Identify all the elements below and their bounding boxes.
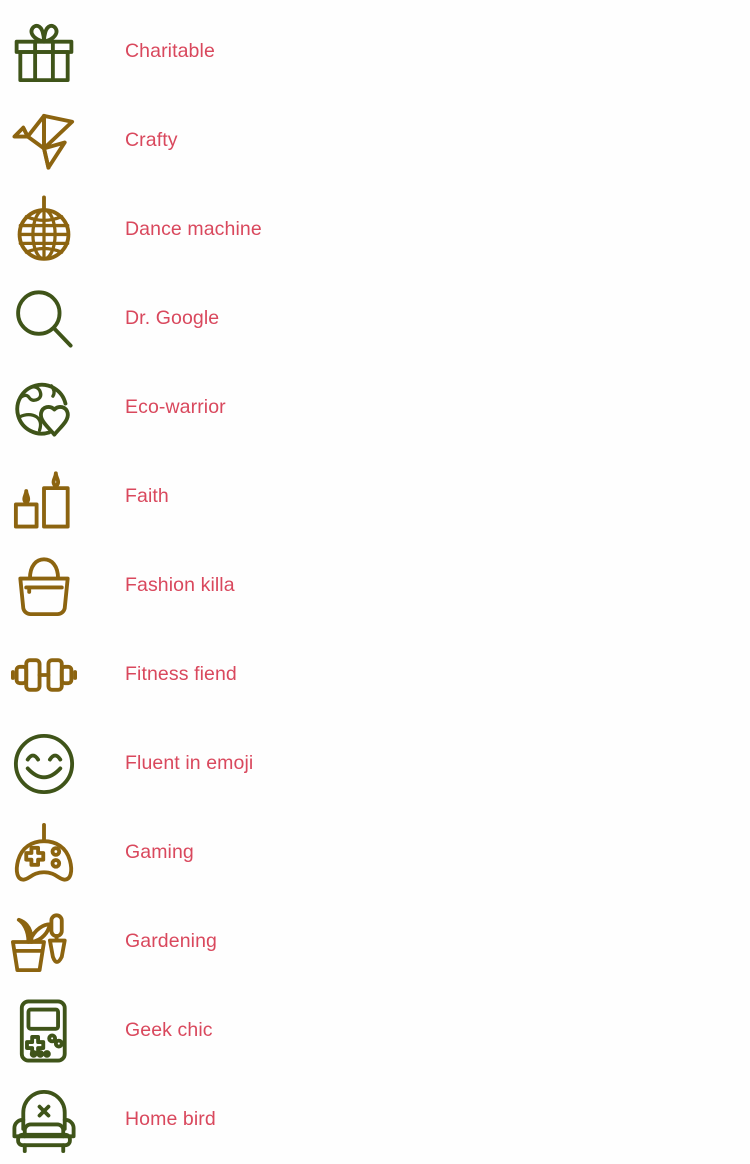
list-item[interactable]: Faith bbox=[0, 452, 750, 541]
dumbbell-icon bbox=[0, 630, 125, 719]
candles-icon bbox=[0, 452, 125, 541]
list-item[interactable]: Charitable bbox=[0, 7, 750, 96]
list-item-label: Fluent in emoji bbox=[125, 751, 254, 774]
list-item-label: Fitness fiend bbox=[125, 662, 237, 685]
list-item[interactable]: Fitness fiend bbox=[0, 630, 750, 719]
list-item-label: Dance machine bbox=[125, 217, 262, 240]
list-item-label: Geek chic bbox=[125, 1018, 213, 1041]
list-item-label: Gaming bbox=[125, 840, 194, 863]
list-item[interactable]: Home bird bbox=[0, 1075, 750, 1164]
list-item[interactable]: Gaming bbox=[0, 808, 750, 897]
disco-ball-icon bbox=[0, 185, 125, 274]
list-item-label: Dr. Google bbox=[125, 306, 220, 329]
list-item-label: Crafty bbox=[125, 128, 178, 151]
list-item-label: Fashion killa bbox=[125, 573, 235, 596]
list-item[interactable]: Geek chic bbox=[0, 986, 750, 1075]
list-item-label: Gardening bbox=[125, 929, 217, 952]
gamepad-icon bbox=[0, 808, 125, 897]
list-item-label: Eco-warrior bbox=[125, 395, 226, 418]
list-item[interactable]: Gardening bbox=[0, 897, 750, 986]
plant-trowel-icon bbox=[0, 897, 125, 986]
gift-icon bbox=[0, 7, 125, 96]
origami-bird-icon bbox=[0, 96, 125, 185]
list-item[interactable]: Dance machine bbox=[0, 185, 750, 274]
list-item-label: Home bird bbox=[125, 1107, 216, 1130]
globe-heart-icon bbox=[0, 363, 125, 452]
list-item[interactable]: Dr. Google bbox=[0, 274, 750, 363]
smiley-face-icon bbox=[0, 719, 125, 808]
handheld-console-icon bbox=[0, 986, 125, 1075]
list-item[interactable]: Crafty bbox=[0, 96, 750, 185]
list-item[interactable]: Fashion killa bbox=[0, 541, 750, 630]
armchair-icon bbox=[0, 1075, 125, 1164]
list-item-label: Faith bbox=[125, 484, 169, 507]
list-item-label: Charitable bbox=[125, 39, 215, 62]
handbag-icon bbox=[0, 541, 125, 630]
list-item[interactable]: Fluent in emoji bbox=[0, 719, 750, 808]
list-item[interactable]: Eco-warrior bbox=[0, 363, 750, 452]
interest-icon-list: Charitable Crafty Dance machine Dr. Goog… bbox=[0, 0, 750, 1164]
magnifier-icon bbox=[0, 274, 125, 363]
